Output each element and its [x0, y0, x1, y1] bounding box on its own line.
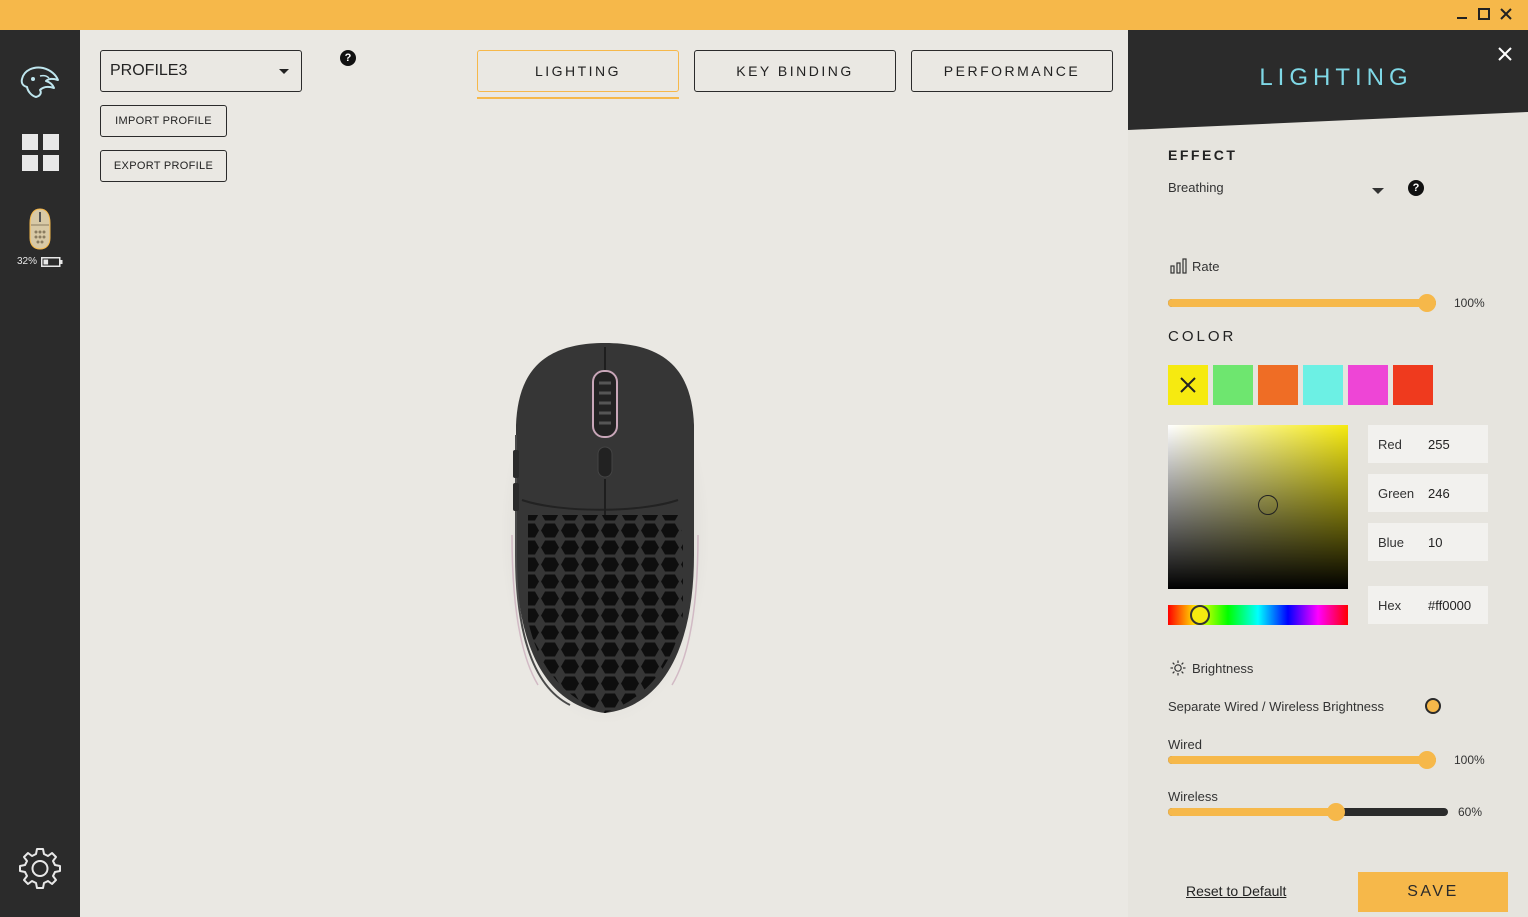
color-swatch-6[interactable] [1393, 365, 1433, 405]
green-field: Green 246 [1368, 474, 1488, 512]
rate-slider[interactable] [1168, 294, 1436, 312]
chevron-down-icon [279, 69, 289, 74]
wireless-label: Wireless [1168, 789, 1218, 804]
tab-key-binding[interactable]: KEY BINDING [694, 50, 896, 92]
sidebar: 32% [0, 30, 80, 917]
effect-dropdown[interactable]: Breathing [1168, 180, 1388, 202]
mouse-icon [29, 208, 51, 250]
brightness-label: Brightness [1192, 661, 1254, 676]
hue-slider[interactable] [1168, 605, 1348, 625]
close-icon [1180, 377, 1196, 393]
wired-slider-thumb[interactable] [1418, 751, 1436, 769]
wireless-slider-thumb[interactable] [1327, 803, 1345, 821]
blue-field: Blue 10 [1368, 523, 1488, 561]
rate-value: 100% [1454, 296, 1485, 310]
hex-input[interactable]: #ff0000 [1428, 598, 1471, 613]
wireless-value: 60% [1458, 805, 1483, 819]
green-input[interactable]: 246 [1428, 486, 1450, 501]
rate-label: Rate [1192, 259, 1220, 274]
red-input[interactable]: 255 [1428, 437, 1450, 452]
logo-button[interactable] [0, 65, 80, 99]
effect-selected: Breathing [1168, 180, 1224, 195]
sun-icon [1170, 660, 1186, 676]
wireless-brightness-slider[interactable] [1168, 803, 1448, 821]
battery-percent: 32% [16, 256, 37, 267]
import-profile-button[interactable]: IMPORT PROFILE [100, 105, 227, 137]
rate-slider-fill [1168, 299, 1436, 307]
hue-slider-thumb[interactable] [1190, 605, 1210, 625]
blue-label: Blue [1378, 534, 1405, 550]
separate-brightness-toggle[interactable] [1425, 698, 1441, 714]
effect-help-icon[interactable]: ? [1408, 180, 1424, 196]
rate-slider-thumb[interactable] [1418, 294, 1436, 312]
profile-selected: PROFILE3 [110, 62, 188, 79]
wired-value: 100% [1454, 753, 1485, 767]
close-icon[interactable] [1494, 43, 1516, 65]
gear-icon [19, 848, 61, 889]
main-area: PROFILE3 IMPORT PROFILE EXPORT PROFILE ?… [80, 30, 1128, 917]
wired-slider-fill [1168, 756, 1436, 764]
save-button[interactable]: SAVE [1358, 872, 1508, 912]
battery-status: 32% [17, 256, 63, 267]
green-label: Green [1378, 485, 1415, 501]
close-icon[interactable] [1496, 4, 1516, 24]
minimize-icon[interactable] [1452, 4, 1472, 24]
color-swatch-5[interactable] [1348, 365, 1388, 405]
color-swatch-2[interactable] [1213, 365, 1253, 405]
title-bar [0, 0, 1528, 30]
settings-button[interactable] [0, 847, 80, 889]
export-profile-button[interactable]: EXPORT PROFILE [100, 150, 227, 182]
blue-input[interactable]: 10 [1428, 535, 1442, 550]
color-swatch-1[interactable] [1168, 365, 1208, 405]
wireless-slider-fill [1168, 808, 1336, 816]
effect-title: EFFECT [1168, 147, 1238, 163]
color-swatch-4[interactable] [1303, 365, 1343, 405]
red-label: Red [1378, 436, 1402, 452]
chevron-down-icon [1372, 188, 1384, 194]
lighting-panel: LIGHTING EFFECT Breathing ? Rate 100% CO… [1128, 30, 1528, 917]
color-picker-area[interactable] [1168, 425, 1348, 589]
wired-label: Wired [1168, 737, 1202, 752]
red-field: Red 255 [1368, 425, 1488, 463]
hex-field: Hex #ff0000 [1368, 586, 1488, 624]
dashboard-button[interactable] [0, 134, 80, 171]
color-swatch-3[interactable] [1258, 365, 1298, 405]
active-tab-indicator [477, 97, 679, 99]
color-title: COLOR [1168, 328, 1237, 345]
grid-icon [21, 134, 59, 171]
color-picker-cursor[interactable] [1258, 495, 1278, 515]
wired-brightness-slider[interactable] [1168, 751, 1436, 769]
hex-label: Hex [1378, 597, 1402, 613]
battery-icon [41, 256, 63, 267]
glorious-ghost-icon [20, 66, 59, 98]
help-icon[interactable]: ? [340, 50, 356, 66]
panel-title: LIGHTING [1259, 64, 1413, 91]
maximize-icon[interactable] [1474, 4, 1494, 24]
mouse-device-image [500, 343, 710, 725]
device-button[interactable]: 32% [0, 208, 80, 267]
tab-performance[interactable]: PERFORMANCE [911, 50, 1113, 92]
separate-brightness-label: Separate Wired / Wireless Brightness [1168, 699, 1385, 714]
tab-lighting[interactable]: LIGHTING [477, 50, 679, 92]
profile-dropdown[interactable]: PROFILE3 [100, 50, 302, 92]
reset-to-default-link[interactable]: Reset to Default [1186, 883, 1286, 899]
bars-icon [1170, 258, 1187, 274]
